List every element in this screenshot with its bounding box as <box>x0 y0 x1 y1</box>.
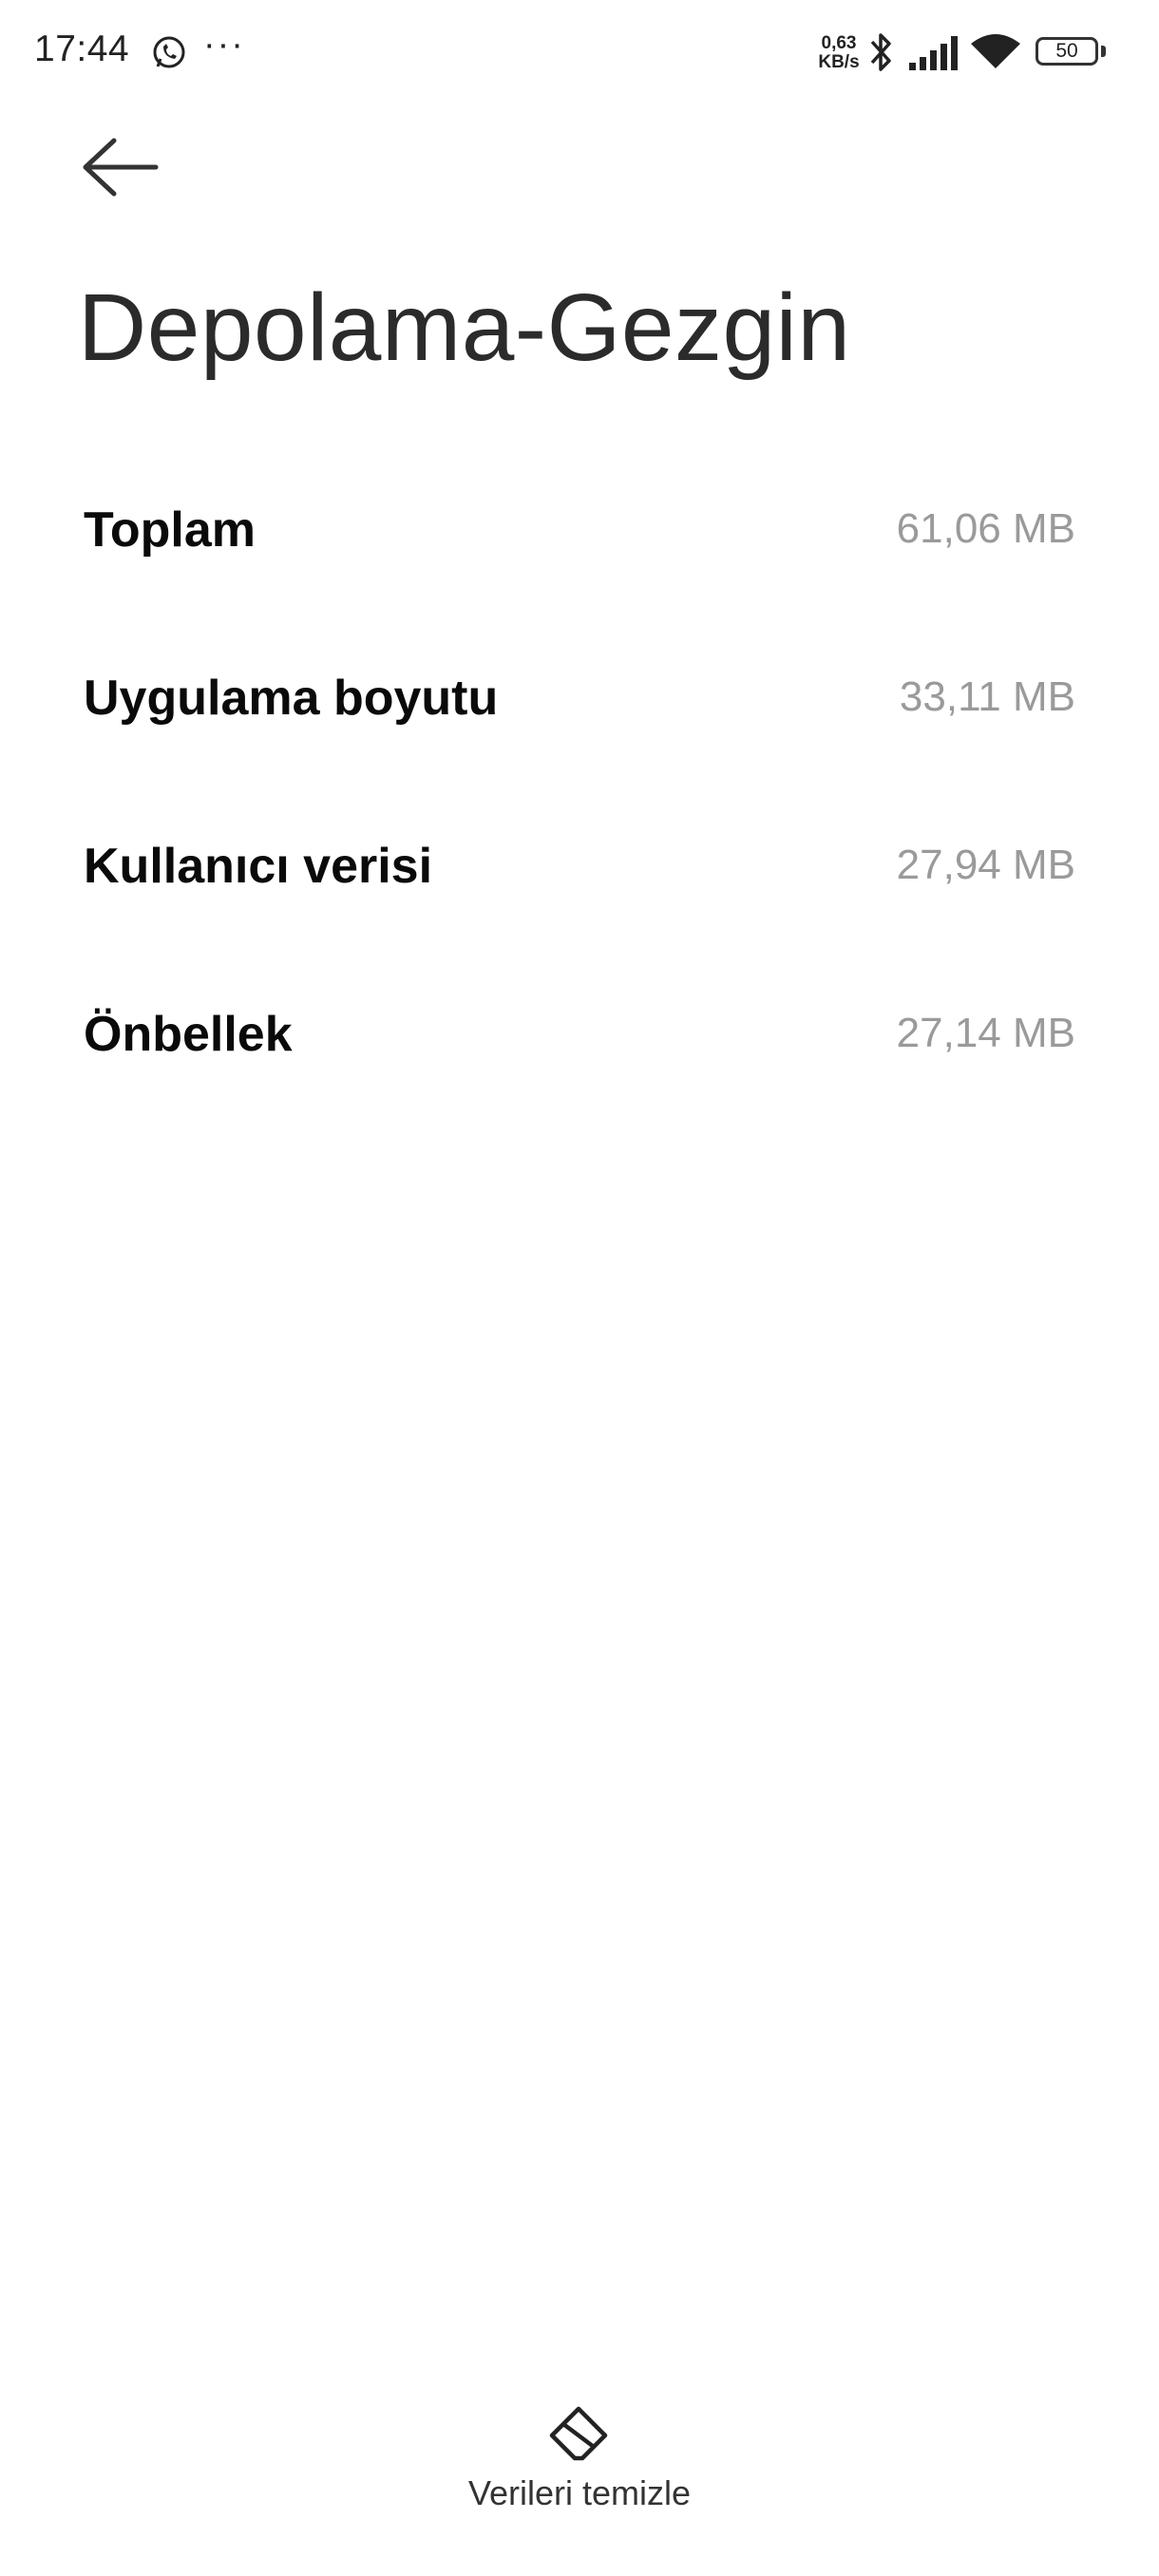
row-value: 27,14 MB <box>896 1010 1075 1056</box>
storage-row-user-data: Kullanıcı verisi 27,94 MB <box>0 792 1159 960</box>
battery-tip <box>1101 46 1106 57</box>
storage-row-app-size: Uygulama boyutu 33,11 MB <box>0 624 1159 792</box>
wifi-icon <box>971 34 1020 68</box>
status-time: 17:44 <box>34 28 130 69</box>
battery-icon: 50 <box>1036 37 1098 66</box>
storage-list: Toplam 61,06 MB Uygulama boyutu 33,11 MB… <box>0 456 1159 1128</box>
row-label: Uygulama boyutu <box>84 671 499 726</box>
row-value: 33,11 MB <box>899 673 1075 720</box>
back-button[interactable] <box>72 129 167 205</box>
bluetooth-icon <box>870 33 891 71</box>
clear-data-button[interactable]: Verileri temizle <box>437 2399 722 2532</box>
page-title: Depolama-Gezgin <box>78 275 851 381</box>
storage-row-total: Toplam 61,06 MB <box>0 456 1159 624</box>
clear-data-label: Verileri temizle <box>467 2473 692 2512</box>
row-label: Kullanıcı verisi <box>84 839 433 894</box>
row-value: 27,94 MB <box>896 842 1075 888</box>
more-dots-icon: ··· <box>203 25 245 65</box>
row-value: 61,06 MB <box>896 505 1075 552</box>
storage-row-cache: Önbellek 27,14 MB <box>0 960 1159 1128</box>
eraser-icon <box>549 2406 608 2461</box>
row-label: Önbellek <box>84 1007 293 1062</box>
network-speed: 0,63 KB/s <box>818 33 860 72</box>
status-bar: 17:44 ··· 0,63 KB/s 50 <box>0 0 1159 104</box>
arrow-left-icon <box>83 138 159 197</box>
row-label: Toplam <box>84 502 256 558</box>
signal-icon <box>909 36 958 70</box>
whatsapp-icon <box>153 36 185 68</box>
